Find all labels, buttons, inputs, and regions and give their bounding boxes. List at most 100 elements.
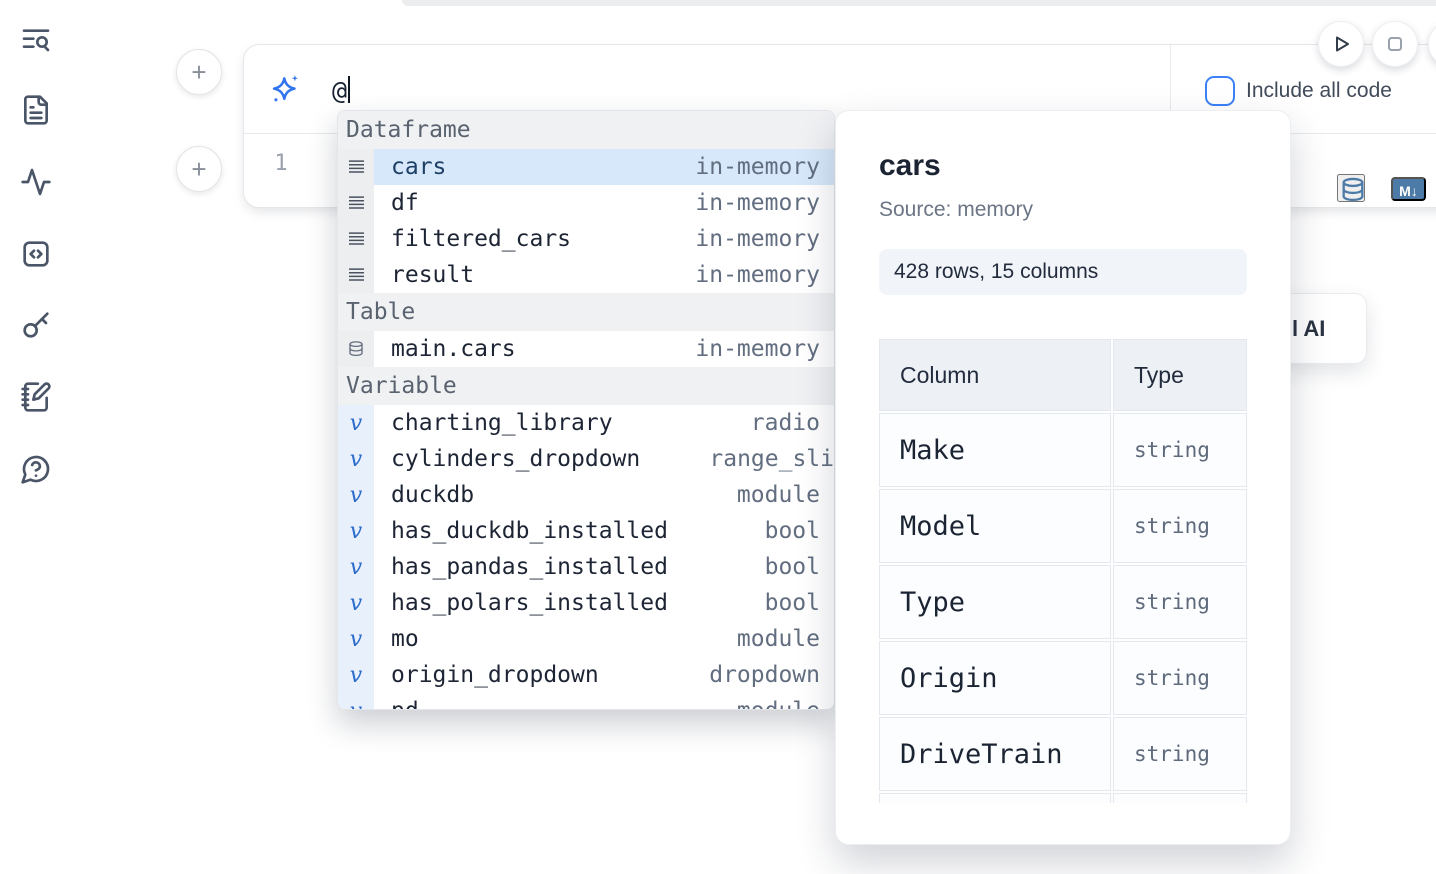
- sidebar-item-files[interactable]: [20, 94, 52, 126]
- sidebar-item-help[interactable]: [20, 453, 52, 485]
- section-header-table: Table: [338, 293, 834, 331]
- editor-line-number: 1: [268, 151, 294, 176]
- table-cell-type: string: [1113, 565, 1247, 639]
- sidebar-item-scratchpad[interactable]: [20, 381, 52, 413]
- item-name: df: [374, 190, 419, 216]
- database-icon: [1339, 176, 1363, 204]
- autocomplete-item-main-cars[interactable]: main.cars in-memory: [338, 331, 834, 367]
- autocomplete-item-cars[interactable]: carsin-memory: [338, 149, 834, 185]
- dataframe-icon: [338, 149, 374, 185]
- autocomplete-item-df[interactable]: df in-memory: [338, 185, 834, 221]
- table-cell-column: DriveTrain: [879, 717, 1111, 791]
- item-type: module: [737, 626, 834, 652]
- sidebar-item-tracing[interactable]: [20, 166, 52, 198]
- item-name: main.cars: [374, 336, 516, 362]
- autocomplete-item-mo[interactable]: v momodule: [338, 621, 834, 657]
- include-all-code-label: Include all code: [1246, 76, 1392, 106]
- autocomplete-item-result[interactable]: result in-memory: [338, 257, 834, 293]
- column-header: Column: [879, 339, 1111, 411]
- table-row-partial: [1113, 793, 1247, 803]
- add-cell-above-button[interactable]: +: [176, 49, 222, 95]
- add-cell-below-button[interactable]: +: [176, 146, 222, 192]
- notebook-pen-icon: [20, 381, 52, 413]
- section-header-dataframe: Dataframe: [338, 111, 834, 149]
- item-type: in-memory: [695, 336, 834, 362]
- item-type: in-memory: [695, 262, 834, 288]
- autocomplete-item-duckdb[interactable]: v duckdbmodule: [338, 477, 834, 513]
- variable-icon: v: [338, 657, 374, 693]
- text-cursor: [348, 76, 350, 103]
- sparkles-ai-icon: [268, 72, 302, 106]
- item-name: has_polars_installed: [374, 590, 668, 616]
- item-type: bool: [765, 518, 834, 544]
- type-header: Type: [1113, 339, 1247, 411]
- variable-icon: v: [338, 405, 374, 441]
- autocomplete-item-pd-clipped[interactable]: v pdmodule: [338, 693, 834, 710]
- item-type: in-memory: [695, 226, 834, 252]
- dataframe-icon: [338, 221, 374, 257]
- file-text-icon: [20, 94, 52, 126]
- sidebar-item-snippets[interactable]: [20, 238, 52, 270]
- item-name: has_pandas_installed: [374, 554, 668, 580]
- autocomplete-dropdown: Dataframe carsin-memory dfin-memory filt…: [337, 110, 835, 710]
- section-header-variable: Variable: [338, 367, 834, 405]
- autocomplete-item-has-polars-installed[interactable]: v has_polars_installedbool: [338, 585, 834, 621]
- item-type: range_sli: [709, 446, 834, 472]
- variable-icon: v: [338, 693, 374, 710]
- convert-to-sql-button[interactable]: [1337, 174, 1365, 202]
- popup-shape-badge: 428 rows, 15 columns: [879, 249, 1247, 295]
- popup-source: Source: memory: [879, 198, 1290, 222]
- autocomplete-item-filtered-cars[interactable]: filtered_cars in-memory: [338, 221, 834, 257]
- table-cell-type: string: [1113, 413, 1247, 487]
- autocomplete-item-charting-library[interactable]: v charting_library radio: [338, 405, 834, 441]
- play-icon: [1319, 28, 1363, 60]
- help-chat-icon: [20, 453, 52, 485]
- item-name: mo: [374, 626, 419, 652]
- sidebar-item-secrets[interactable]: [20, 309, 52, 341]
- table-cell-column: Origin: [879, 641, 1111, 715]
- item-type: radio: [751, 410, 834, 436]
- text-search-icon: [20, 24, 52, 56]
- table-cell-type: string: [1113, 641, 1247, 715]
- variable-icon: v: [338, 549, 374, 585]
- item-name: pd: [374, 698, 419, 710]
- item-type: bool: [765, 590, 834, 616]
- table-database-icon: [338, 331, 374, 367]
- item-name: cars: [374, 154, 446, 180]
- autocomplete-item-origin-dropdown[interactable]: v origin_dropdowndropdown: [338, 657, 834, 693]
- sidebar-item-table-of-contents[interactable]: [20, 24, 52, 56]
- table-cell-type: string: [1113, 489, 1247, 563]
- item-name: result: [374, 262, 474, 288]
- stop-square-icon: [1373, 28, 1417, 60]
- item-name: charting_library: [374, 410, 613, 436]
- autocomplete-item-cylinders-dropdown[interactable]: v cylinders_dropdown range_sli: [338, 441, 834, 477]
- item-name: duckdb: [374, 482, 474, 508]
- item-name: has_duckdb_installed: [374, 518, 668, 544]
- popup-title: cars: [879, 149, 1290, 183]
- item-type: in-memory: [695, 190, 834, 216]
- code-snippet-icon: [20, 238, 52, 270]
- ai-prompt-input[interactable]: @: [332, 76, 350, 110]
- variable-icon: v: [338, 441, 374, 477]
- include-all-code-checkbox[interactable]: [1205, 76, 1235, 106]
- marimo-notebook-canvas: + + @ Include all code 1 M↓ l AI Datafra…: [0, 0, 1436, 874]
- table-cell-column: Make: [879, 413, 1111, 487]
- stop-cell-button[interactable]: [1372, 21, 1418, 67]
- table-cell-type: string: [1113, 717, 1247, 791]
- convert-to-markdown-button[interactable]: M↓: [1391, 177, 1426, 201]
- previous-cell-edge: [402, 0, 1436, 6]
- item-name: filtered_cars: [374, 226, 571, 252]
- dataframe-icon: [338, 257, 374, 293]
- item-type: module: [737, 482, 834, 508]
- run-cell-button[interactable]: [1318, 21, 1364, 67]
- key-icon: [20, 309, 52, 341]
- autocomplete-item-has-duckdb-installed[interactable]: v has_duckdb_installed bool: [338, 513, 834, 549]
- variable-icon: v: [338, 513, 374, 549]
- autocomplete-item-has-pandas-installed[interactable]: v has_pandas_installed bool: [338, 549, 834, 585]
- dataframe-detail-popup: cars Source: memory 428 rows, 15 columns…: [835, 110, 1291, 845]
- item-name: cylinders_dropdown: [374, 446, 640, 472]
- table-cell-column: Type: [879, 565, 1111, 639]
- table-cell-column: Model: [879, 489, 1111, 563]
- item-name: origin_dropdown: [374, 662, 599, 688]
- item-type: bool: [765, 554, 834, 580]
